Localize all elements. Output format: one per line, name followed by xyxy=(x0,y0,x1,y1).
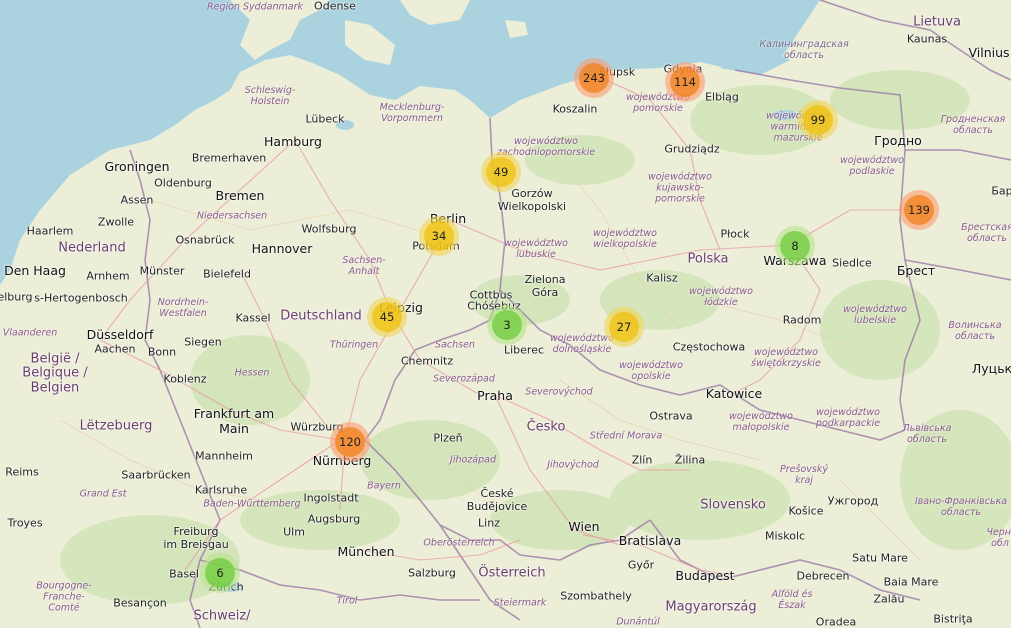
cluster-count: 243 xyxy=(579,63,609,93)
cluster-marker[interactable]: 120 xyxy=(330,422,370,462)
cluster-count: 49 xyxy=(486,157,516,187)
cluster-marker[interactable]: 27 xyxy=(604,307,644,347)
map-view[interactable]: Nederland België / Belgique / Belgien Lë… xyxy=(0,0,1011,628)
cluster-count: 114 xyxy=(670,67,700,97)
cluster-count: 3 xyxy=(492,310,522,340)
cluster-count: 45 xyxy=(372,302,402,332)
cluster-count: 6 xyxy=(205,558,235,588)
cluster-marker[interactable]: 243 xyxy=(574,58,614,98)
cluster-marker[interactable]: 6 xyxy=(200,553,240,593)
cluster-marker[interactable]: 8 xyxy=(775,226,815,266)
cluster-count: 99 xyxy=(803,105,833,135)
cluster-marker[interactable]: 34 xyxy=(419,216,459,256)
cluster-marker[interactable]: 45 xyxy=(367,297,407,337)
cluster-marker[interactable]: 139 xyxy=(899,190,939,230)
cluster-count: 139 xyxy=(904,195,934,225)
cluster-marker[interactable]: 3 xyxy=(487,305,527,345)
cluster-count: 34 xyxy=(424,221,454,251)
cluster-marker[interactable]: 99 xyxy=(798,100,838,140)
cluster-count: 8 xyxy=(780,231,810,261)
cluster-count: 27 xyxy=(609,312,639,342)
cluster-marker[interactable]: 114 xyxy=(665,62,705,102)
cluster-count: 120 xyxy=(335,427,365,457)
cluster-marker[interactable]: 49 xyxy=(481,152,521,192)
